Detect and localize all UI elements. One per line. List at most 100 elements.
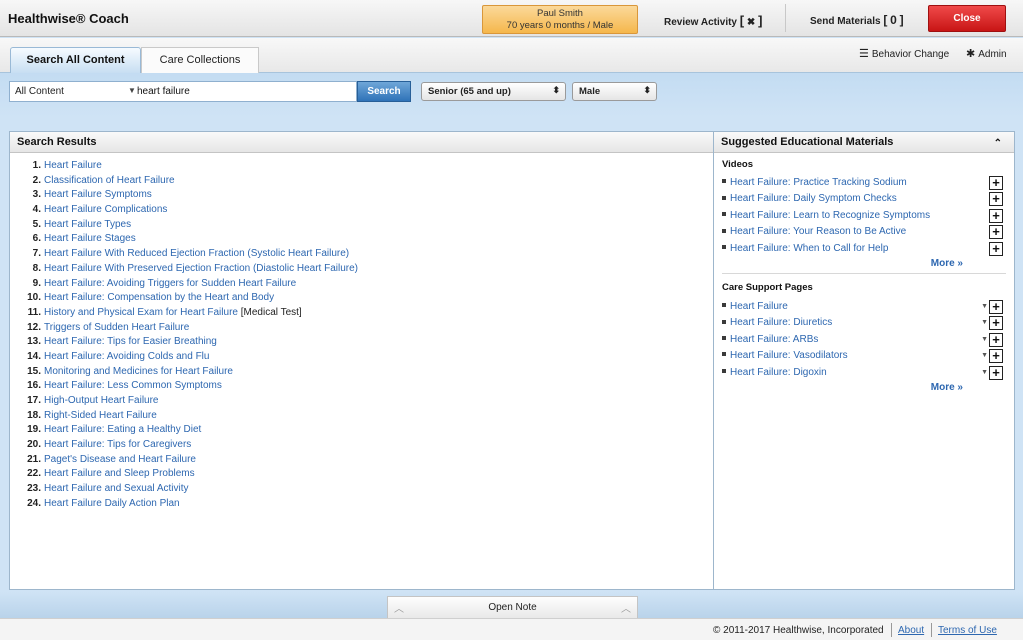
review-activity-button[interactable]: Review Activity [ ✖ ] [664, 13, 762, 28]
care-page-item: Heart Failure ▼ + [722, 299, 1014, 315]
care-page-link[interactable]: Heart Failure: Diuretics [730, 317, 832, 328]
result-link[interactable]: Heart Failure and Sleep Problems [44, 468, 195, 479]
result-link[interactable]: Heart Failure With Reduced Ejection Frac… [44, 248, 349, 259]
result-link[interactable]: Heart Failure Stages [44, 233, 136, 244]
caret-down-icon[interactable]: ▼ [981, 299, 988, 315]
video-link[interactable]: Heart Failure: Practice Tracking Sodium [730, 177, 907, 188]
video-link[interactable]: Heart Failure: Learn to Recognize Sympto… [730, 210, 930, 221]
plus-icon[interactable]: + [989, 208, 1003, 223]
result-item: 16. Heart Failure: Less Common Symptoms [27, 379, 713, 394]
search-button[interactable]: Search [357, 81, 411, 102]
care-page-link[interactable]: Heart Failure: ARBs [730, 334, 818, 345]
result-link[interactable]: Heart Failure With Preserved Ejection Fr… [44, 263, 358, 274]
caret-down-icon[interactable]: ▼ [981, 315, 988, 331]
plus-icon[interactable]: + [989, 299, 1003, 314]
result-link[interactable]: High-Output Heart Failure [44, 395, 159, 406]
search-input[interactable] [137, 83, 355, 100]
divider [785, 4, 786, 32]
care-page-item: Heart Failure: Digoxin ▼ + [722, 365, 1014, 381]
videos-more-link[interactable]: More » [714, 257, 1014, 273]
tab-care-collections[interactable]: Care Collections [141, 47, 259, 73]
result-link[interactable]: Classification of Heart Failure [44, 175, 175, 186]
plus-icon[interactable]: + [989, 192, 1003, 207]
result-link[interactable]: Monitoring and Medicines for Heart Failu… [44, 366, 233, 377]
result-number: 7. [32, 248, 41, 260]
result-item: 9. Heart Failure: Avoiding Triggers for S… [27, 277, 713, 292]
plus-icon[interactable]: + [989, 241, 1003, 256]
result-link[interactable]: Heart Failure: Avoiding Colds and Flu [44, 351, 209, 362]
close-button[interactable]: Close [928, 5, 1006, 32]
open-note-button[interactable]: ︿ Open Note ︿ [387, 596, 638, 618]
video-link[interactable]: Heart Failure: Daily Symptom Checks [730, 193, 897, 204]
result-link[interactable]: Heart Failure: Eating a Healthy Diet [44, 424, 201, 435]
plus-icon[interactable]: + [989, 349, 1003, 364]
caret-down-icon[interactable]: ▼ [981, 348, 988, 364]
plus-icon[interactable]: + [989, 332, 1003, 347]
behavior-change-link[interactable]: ☰ Behavior Change [859, 47, 949, 60]
result-number: 10. [27, 292, 41, 304]
result-item: 7. Heart Failure With Reduced Ejection Fr… [27, 247, 713, 262]
care-page-link[interactable]: Heart Failure: Digoxin [730, 367, 827, 378]
footer: © 2011-2017 Healthwise, Incorporated Abo… [0, 618, 1023, 640]
caret-down-icon[interactable]: ▼ [981, 365, 988, 381]
caret-down-icon[interactable]: ▼ [981, 332, 988, 348]
care-page-link[interactable]: Heart Failure: Vasodilators [730, 350, 848, 361]
chevron-up-icon[interactable]: ⌃ [994, 134, 1002, 154]
result-link[interactable]: Heart Failure: Less Common Symptoms [44, 380, 222, 391]
bullet-icon [722, 179, 726, 184]
care-page-item: Heart Failure: Diuretics ▼ + [722, 315, 1014, 331]
result-number: 22. [27, 468, 41, 480]
result-link[interactable]: Heart Failure: Tips for Caregivers [44, 439, 191, 450]
result-number: 12. [27, 321, 41, 333]
result-item: 10. Heart Failure: Compensation by the He… [27, 291, 713, 306]
video-link[interactable]: Heart Failure: When to Call for Help [730, 243, 888, 254]
bullet-icon [722, 368, 726, 373]
result-link[interactable]: Triggers of Sudden Heart Failure [44, 322, 189, 333]
plus-icon[interactable]: + [989, 316, 1003, 331]
terms-link[interactable]: Terms of Use [938, 625, 997, 636]
result-link[interactable]: Heart Failure Complications [44, 204, 167, 215]
send-materials-button[interactable]: Send Materials [ 0 ] [810, 13, 904, 27]
about-link[interactable]: About [898, 625, 924, 636]
result-number: 2. [32, 174, 41, 186]
result-number: 17. [27, 395, 41, 406]
result-item: 21. Paget's Disease and Heart Failure [27, 453, 713, 468]
videos-heading: Videos [722, 159, 753, 170]
review-activity-icon: ✖ [746, 17, 756, 28]
result-link[interactable]: Heart Failure Symptoms [44, 189, 152, 200]
result-link[interactable]: Heart Failure Daily Action Plan [44, 498, 180, 509]
plus-icon[interactable]: + [989, 176, 1003, 190]
result-number: 3. [32, 189, 41, 201]
result-item: 24. Heart Failure Daily Action Plan [27, 497, 713, 512]
result-link[interactable]: Heart Failure [44, 160, 102, 171]
chevron-down-icon[interactable]: ▼ [128, 86, 136, 95]
result-link[interactable]: Heart Failure: Avoiding Triggers for Sud… [44, 278, 296, 289]
results-list: 1. Heart Failure 2. Classification of Heart… [10, 153, 713, 512]
result-link[interactable]: History and Physical Exam for Heart Fail… [44, 307, 238, 318]
video-item: Heart Failure: Your Reason to Be Active + [722, 224, 1014, 240]
patient-badge[interactable]: Paul Smith 70 years 0 months / Male [482, 5, 638, 34]
result-link[interactable]: Heart Failure: Tips for Easier Breathing [44, 336, 217, 347]
admin-link[interactable]: ✱ Admin [966, 47, 1007, 60]
age-filter-value: Senior (65 and up) [428, 86, 511, 97]
tab-search-all-content[interactable]: Search All Content [10, 47, 141, 73]
care-more-link[interactable]: More » [714, 381, 1014, 397]
result-link[interactable]: Paget's Disease and Heart Failure [44, 454, 196, 465]
result-item: 19. Heart Failure: Eating a Healthy Diet [27, 423, 713, 438]
suggested-materials-panel: Suggested Educational Materials ⌃ Videos… [713, 131, 1015, 590]
admin-label: Admin [978, 49, 1007, 60]
plus-icon[interactable]: + [989, 365, 1003, 380]
category-select[interactable]: All Content [15, 86, 64, 97]
result-link[interactable]: Right-Sided Heart Failure [44, 410, 157, 421]
sex-filter-select[interactable]: Male ⬍ [572, 82, 657, 101]
result-link[interactable]: Heart Failure: Compensation by the Heart… [44, 292, 274, 303]
result-link[interactable]: Heart Failure Types [44, 219, 131, 230]
video-link[interactable]: Heart Failure: Your Reason to Be Active [730, 226, 906, 237]
bullet-icon [722, 244, 726, 249]
age-filter-select[interactable]: Senior (65 and up) ⬍ [421, 82, 566, 101]
result-link[interactable]: Heart Failure and Sexual Activity [44, 483, 189, 494]
result-number: 20. [27, 439, 41, 451]
care-page-link[interactable]: Heart Failure [730, 301, 788, 312]
plus-icon[interactable]: + [989, 225, 1003, 240]
result-item: 17. High-Output Heart Failure [27, 394, 713, 409]
